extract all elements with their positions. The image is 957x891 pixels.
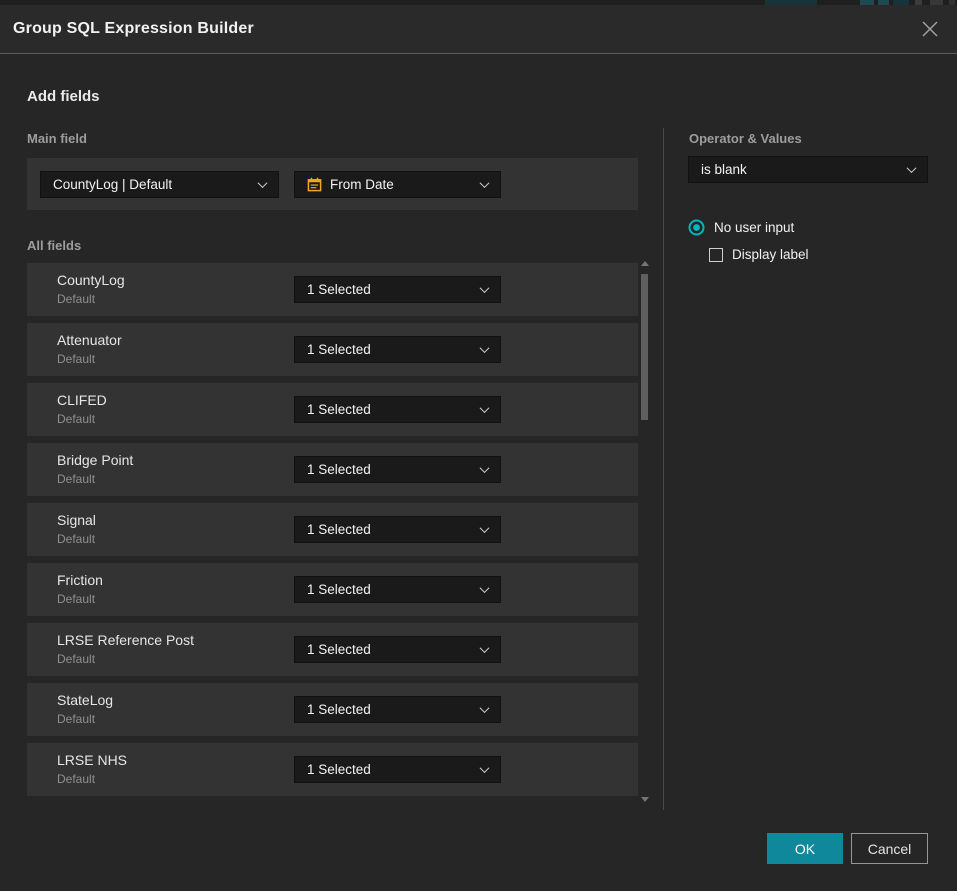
dialog-title: Group SQL Expression Builder [13, 20, 254, 38]
panel-divider [663, 128, 664, 810]
chevron-down-icon [258, 178, 268, 188]
chevron-down-icon [480, 283, 490, 293]
field-row: StateLog Default 1 Selected [27, 683, 638, 736]
no-user-input-radio[interactable]: No user input [688, 219, 794, 236]
field-name: Attenuator [57, 332, 122, 348]
field-name: CountyLog [57, 272, 125, 288]
field-sublabel: Default [57, 712, 95, 726]
cancel-button[interactable]: Cancel [851, 833, 928, 864]
field-selection-value: 1 Selected [307, 642, 371, 657]
calendar-date-icon [307, 177, 322, 192]
chevron-down-icon [480, 643, 490, 653]
field-selection-select[interactable]: 1 Selected [294, 756, 501, 783]
field-row: Friction Default 1 Selected [27, 563, 638, 616]
field-row: LRSE Reference Post Default 1 Selected [27, 623, 638, 676]
display-label-label: Display label [732, 247, 809, 262]
field-selection-select[interactable]: 1 Selected [294, 336, 501, 363]
close-icon[interactable] [919, 18, 941, 40]
dialog-header: Group SQL Expression Builder [0, 5, 957, 54]
scrollbar-up-arrow-icon[interactable] [640, 260, 649, 267]
field-name: Bridge Point [57, 452, 133, 468]
chevron-down-icon [480, 343, 490, 353]
field-selection-value: 1 Selected [307, 762, 371, 777]
display-label-checkbox[interactable]: Display label [709, 247, 809, 262]
scrollbar[interactable] [640, 258, 649, 806]
field-sublabel: Default [57, 292, 95, 306]
field-name: StateLog [57, 692, 113, 708]
field-selection-value: 1 Selected [307, 582, 371, 597]
field-sublabel: Default [57, 592, 95, 606]
scrollbar-thumb[interactable] [641, 274, 648, 420]
operator-values-label: Operator & Values [689, 131, 802, 146]
field-row: Attenuator Default 1 Selected [27, 323, 638, 376]
field-selection-select[interactable]: 1 Selected [294, 396, 501, 423]
layer-select[interactable]: CountyLog | Default [40, 171, 279, 198]
no-user-input-label: No user input [714, 220, 794, 235]
layer-select-value: CountyLog | Default [53, 177, 172, 192]
field-selection-select[interactable]: 1 Selected [294, 516, 501, 543]
chevron-down-icon [907, 163, 917, 173]
field-selection-value: 1 Selected [307, 342, 371, 357]
main-field-select[interactable]: From Date [294, 171, 501, 198]
chevron-down-icon [480, 403, 490, 413]
field-name: Signal [57, 512, 96, 528]
field-selection-select[interactable]: 1 Selected [294, 456, 501, 483]
operator-select-value: is blank [701, 162, 747, 177]
field-name: Friction [57, 572, 103, 588]
operator-select[interactable]: is blank [688, 156, 928, 183]
field-selection-select[interactable]: 1 Selected [294, 276, 501, 303]
field-row: Signal Default 1 Selected [27, 503, 638, 556]
chevron-down-icon [480, 463, 490, 473]
main-field-select-value: From Date [330, 177, 394, 192]
field-name: LRSE NHS [57, 752, 127, 768]
field-selection-select[interactable]: 1 Selected [294, 696, 501, 723]
field-selection-value: 1 Selected [307, 702, 371, 717]
radio-selected-icon [688, 219, 705, 236]
field-sublabel: Default [57, 772, 95, 786]
chevron-down-icon [480, 703, 490, 713]
field-sublabel: Default [57, 472, 95, 486]
chevron-down-icon [480, 583, 490, 593]
field-sublabel: Default [57, 352, 95, 366]
group-sql-expression-builder-dialog: Group SQL Expression Builder Add fields … [0, 0, 957, 891]
field-row: CLIFED Default 1 Selected [27, 383, 638, 436]
field-selection-value: 1 Selected [307, 402, 371, 417]
main-field-label: Main field [27, 131, 87, 146]
chevron-down-icon [480, 523, 490, 533]
field-row: Bridge Point Default 1 Selected [27, 443, 638, 496]
ok-button[interactable]: OK [767, 833, 843, 864]
checkbox-unchecked-icon [709, 248, 723, 262]
field-selection-value: 1 Selected [307, 282, 371, 297]
field-selection-value: 1 Selected [307, 462, 371, 477]
all-fields-list: CountyLog Default 1 Selected Attenuator … [27, 263, 638, 803]
scrollbar-down-arrow-icon[interactable] [640, 796, 649, 803]
field-name: CLIFED [57, 392, 107, 408]
field-selection-value: 1 Selected [307, 522, 371, 537]
add-fields-heading: Add fields [27, 88, 100, 105]
field-sublabel: Default [57, 652, 95, 666]
field-row: LRSE NHS Default 1 Selected [27, 743, 638, 796]
field-name: LRSE Reference Post [57, 632, 194, 648]
main-field-panel: CountyLog | Default From Date [27, 158, 638, 210]
field-selection-select[interactable]: 1 Selected [294, 576, 501, 603]
chevron-down-icon [480, 763, 490, 773]
field-selection-select[interactable]: 1 Selected [294, 636, 501, 663]
field-sublabel: Default [57, 532, 95, 546]
all-fields-label: All fields [27, 238, 81, 253]
chevron-down-icon [480, 178, 490, 188]
field-sublabel: Default [57, 412, 95, 426]
field-row: CountyLog Default 1 Selected [27, 263, 638, 316]
